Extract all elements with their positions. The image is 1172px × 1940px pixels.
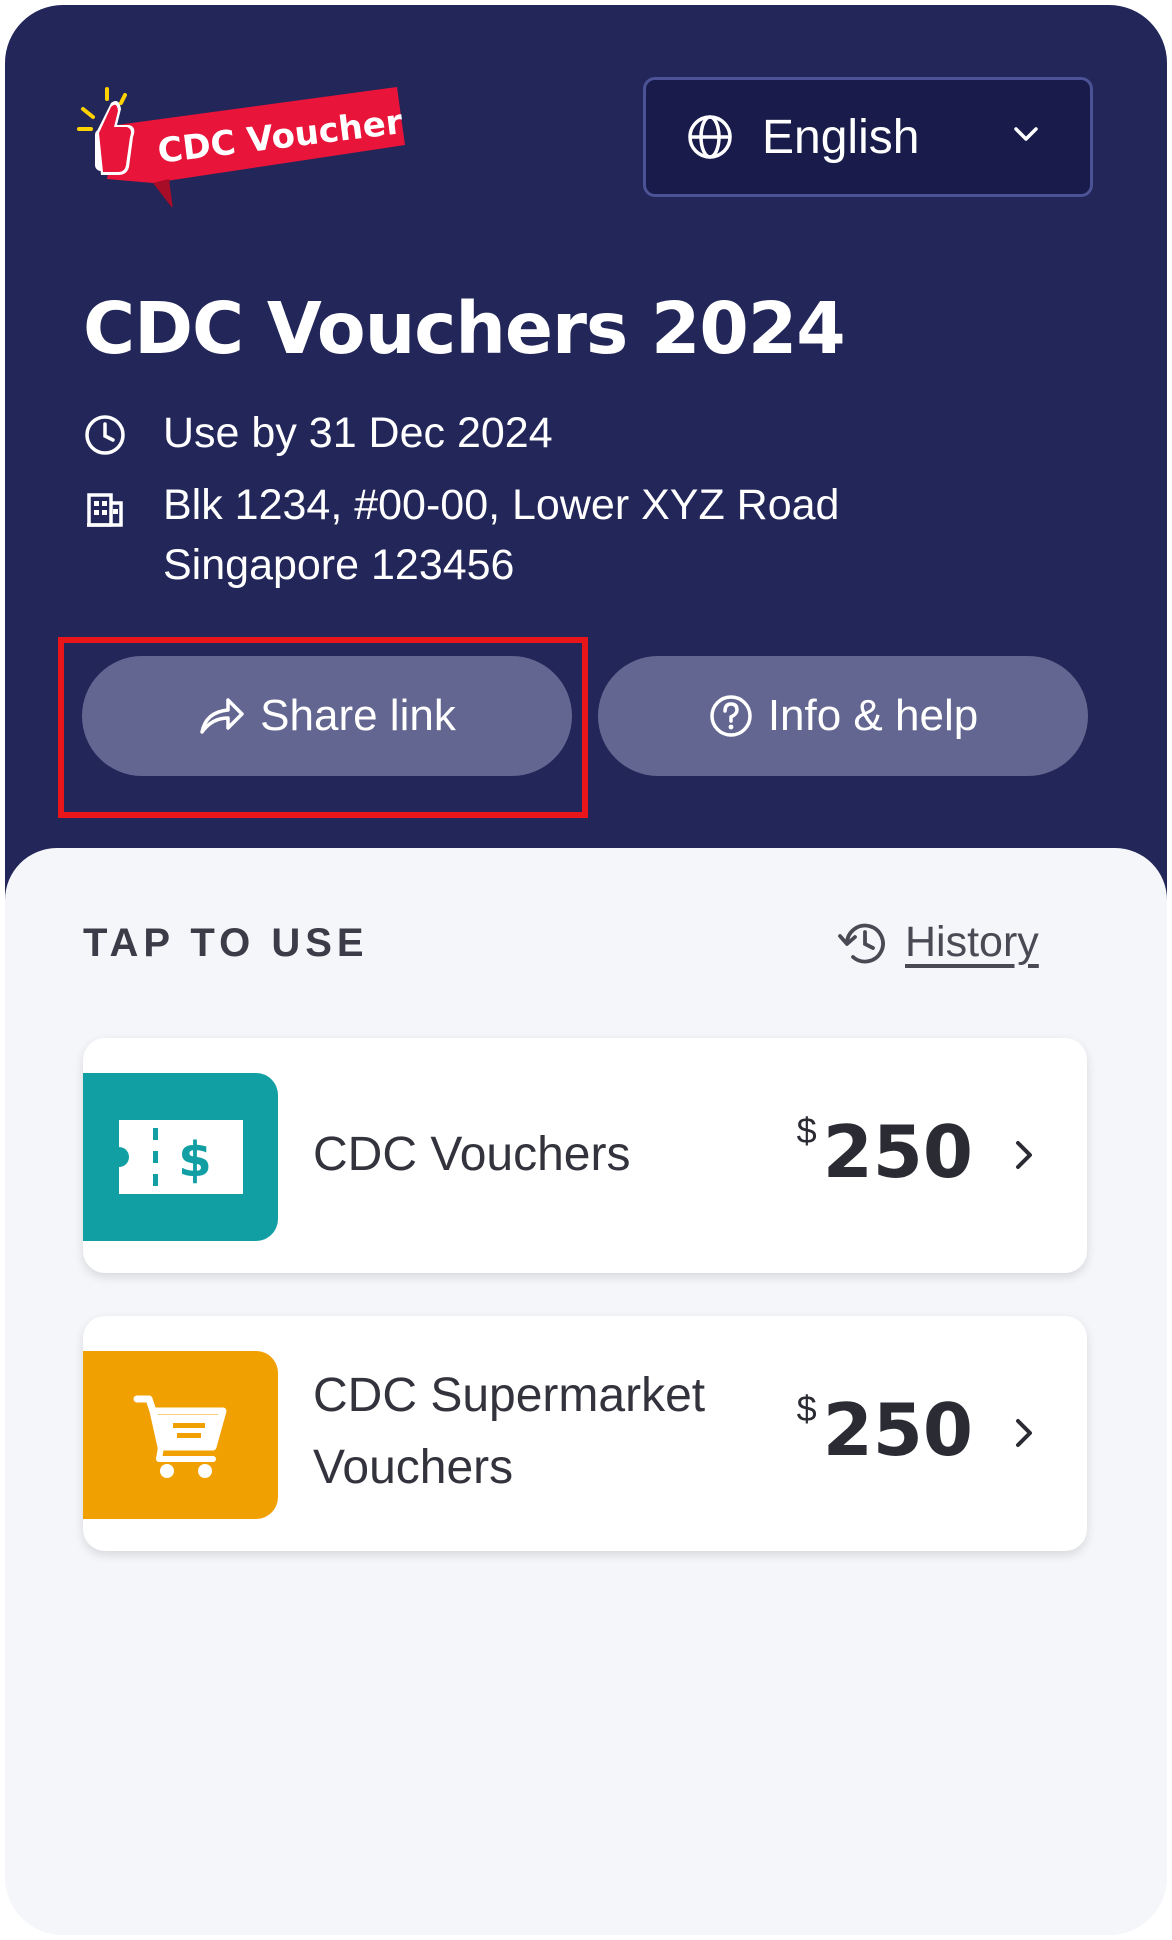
language-select[interactable]: English bbox=[643, 77, 1093, 197]
supermarket-voucher-name: CDC Supermarket Vouchers bbox=[313, 1360, 705, 1504]
history-link[interactable]: History bbox=[837, 918, 1039, 967]
name-line2: Vouchers bbox=[313, 1441, 514, 1494]
voucher-amount: $250 bbox=[797, 1388, 973, 1472]
currency-symbol: $ bbox=[796, 1388, 817, 1429]
language-label: English bbox=[762, 110, 920, 164]
globe-icon bbox=[688, 115, 732, 159]
address-line2: Singapore 123456 bbox=[163, 541, 515, 589]
name-line1: CDC Supermarket bbox=[313, 1369, 706, 1422]
app-screen: CDC Voucher English CDC Vouchers 2024 Us… bbox=[5, 5, 1167, 1935]
highlight-box bbox=[58, 637, 588, 818]
address-line1: Blk 1234, #00-00, Lower XYZ Road bbox=[163, 481, 840, 529]
chevron-right-icon bbox=[1016, 1141, 1032, 1169]
section-label: TAP TO USE bbox=[83, 921, 369, 965]
header: CDC Voucher English CDC Vouchers 2024 Us… bbox=[5, 5, 1167, 905]
building-icon bbox=[87, 493, 123, 527]
question-circle-icon bbox=[710, 695, 752, 737]
cdc-supermarket-vouchers-card[interactable]: CDC Supermarket Vouchers $250 bbox=[83, 1316, 1087, 1551]
amount-value: 250 bbox=[822, 1110, 973, 1194]
vouchers-sheet: TAP TO USE History $ CDC Vouchers $250 C… bbox=[5, 848, 1167, 1935]
info-help-button[interactable]: Info & help bbox=[598, 656, 1088, 776]
voucher-tile: $ bbox=[83, 1073, 278, 1241]
chevron-down-icon bbox=[1014, 127, 1038, 141]
cdc-vouchers-card[interactable]: $ CDC Vouchers $250 bbox=[83, 1038, 1087, 1273]
voucher-amount: $250 bbox=[797, 1110, 973, 1194]
cdc-voucher-logo: CDC Voucher bbox=[77, 87, 417, 209]
amount-value: 250 bbox=[822, 1388, 973, 1472]
chevron-right-icon bbox=[1016, 1419, 1032, 1447]
info-help-label: Info & help bbox=[767, 691, 979, 740]
shopping-cart-icon bbox=[133, 1395, 226, 1478]
page-title: CDC Vouchers 2024 bbox=[83, 287, 846, 370]
currency-symbol: $ bbox=[796, 1110, 817, 1151]
voucher-ticket-icon: $ bbox=[118, 1120, 243, 1194]
supermarket-tile bbox=[83, 1351, 278, 1519]
history-icon bbox=[838, 923, 885, 963]
clock-icon bbox=[85, 415, 125, 455]
svg-text:$: $ bbox=[178, 1132, 211, 1188]
expiry-text: Use by 31 Dec 2024 bbox=[163, 409, 553, 457]
history-label: History bbox=[905, 918, 1039, 966]
voucher-name: CDC Vouchers bbox=[313, 1128, 631, 1181]
